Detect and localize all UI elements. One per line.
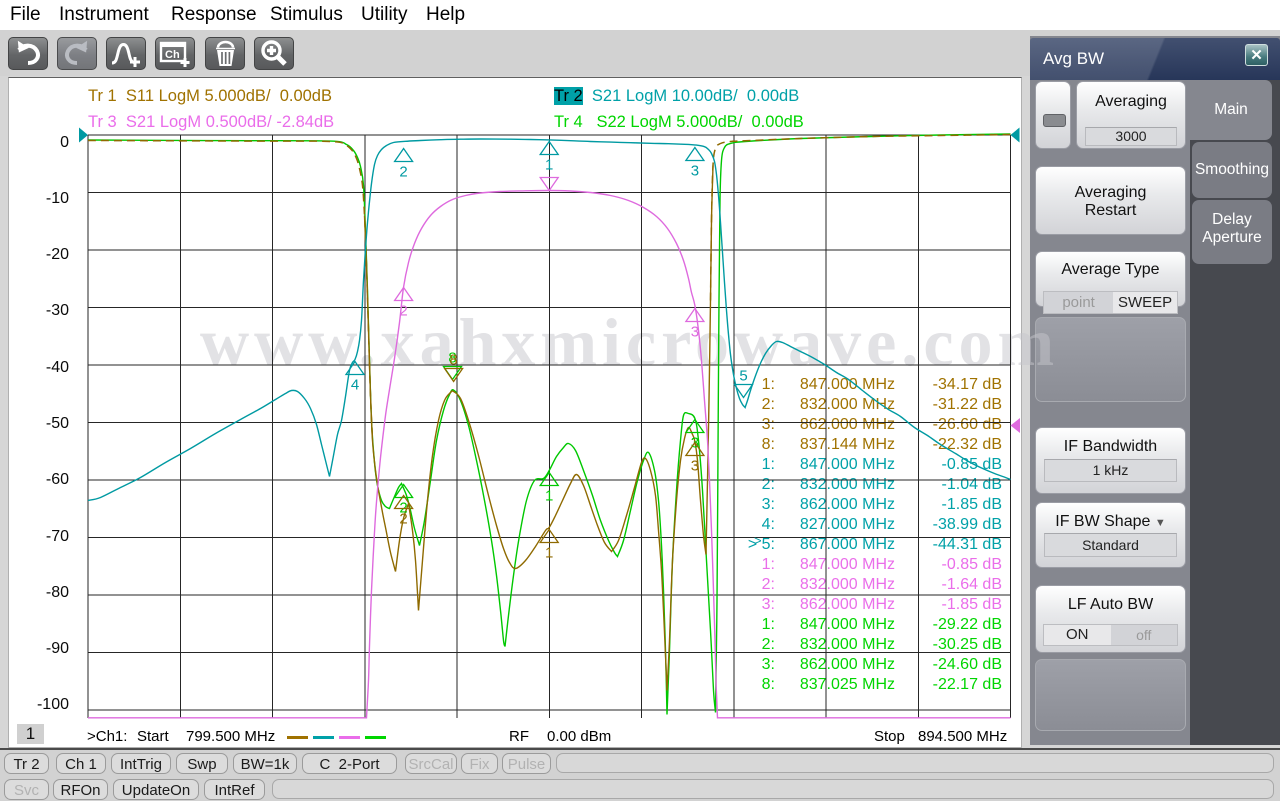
svg-text:3: 3 — [690, 162, 698, 179]
svg-text:2: 2 — [399, 510, 407, 527]
svg-text:8: 8 — [449, 351, 457, 368]
svg-text:3: 3 — [690, 457, 698, 474]
svg-text:>: > — [754, 533, 762, 548]
svg-text:1: 1 — [545, 544, 553, 561]
svg-text:2: 2 — [399, 163, 407, 180]
svg-text:Ch: Ch — [165, 49, 180, 61]
svg-text:1: 1 — [545, 487, 553, 504]
svg-text:5: 5 — [739, 367, 747, 384]
svg-text:4: 4 — [350, 376, 358, 393]
svg-text:3: 3 — [690, 323, 698, 340]
svg-text:2: 2 — [399, 302, 407, 319]
svg-text:1: 1 — [545, 156, 553, 173]
